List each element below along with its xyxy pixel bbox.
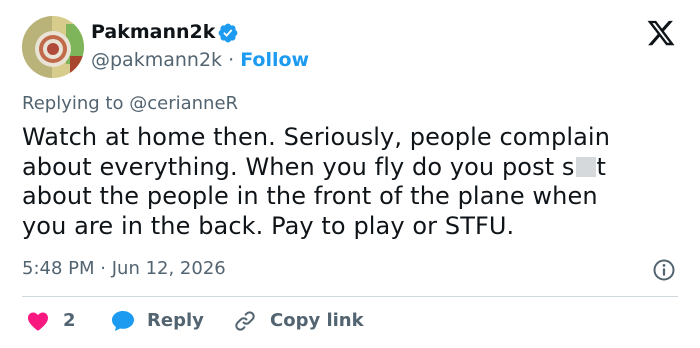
reply-context: Replying to @cerianneR	[22, 93, 238, 115]
tweet-line: you are in the back. Pay to play or STFU…	[22, 211, 515, 240]
censor-block	[575, 156, 596, 177]
tweet-line-part: t	[596, 152, 607, 181]
tweet-line: about the people in the front of the pla…	[22, 182, 598, 210]
handle-row: @pakmann2k · Follow	[91, 48, 309, 72]
tweet-line: Watch at home then. Seriously, people co…	[22, 123, 611, 151]
timestamp-separator: ·	[100, 258, 106, 279]
author-name[interactable]: Pakmann2k	[91, 20, 215, 44]
verified-badge-icon	[218, 23, 238, 43]
copy-link-label: Copy link	[270, 310, 364, 331]
reply-label: Reply	[147, 310, 204, 331]
timestamp-time: 5:48 PM	[22, 258, 95, 279]
tweet-text: Watch at home then. Seriously, people co…	[22, 123, 662, 241]
reply-button[interactable]: Reply	[110, 308, 210, 334]
like-count: 2	[63, 310, 76, 331]
author-handle[interactable]: @pakmann2k	[91, 49, 222, 71]
handle-separator: ·	[228, 49, 235, 71]
divider	[22, 296, 678, 297]
x-logo-icon[interactable]	[645, 18, 677, 48]
like-button[interactable]: 2	[26, 308, 86, 334]
link-icon	[235, 311, 255, 331]
follow-button[interactable]: Follow	[240, 49, 309, 71]
reply-prefix: Replying to	[22, 93, 124, 114]
info-icon[interactable]	[652, 258, 676, 282]
heart-icon	[28, 312, 48, 331]
timestamp[interactable]: 5:48 PM · Jun 12, 2026	[22, 258, 226, 280]
tweet-line-part: about everything. When you fly do you po…	[22, 152, 575, 181]
copy-link-button[interactable]: Copy link	[233, 308, 368, 334]
tweet-line: about everything. When you fly do you po…	[22, 153, 662, 183]
reply-bubble-icon	[112, 311, 134, 331]
timestamp-date: Jun 12, 2026	[111, 258, 226, 279]
reply-to-handle[interactable]: @cerianneR	[129, 93, 238, 114]
tweet-card: Pakmann2k @pakmann2k · Follow Replying t…	[0, 0, 700, 348]
avatar[interactable]	[22, 16, 84, 78]
